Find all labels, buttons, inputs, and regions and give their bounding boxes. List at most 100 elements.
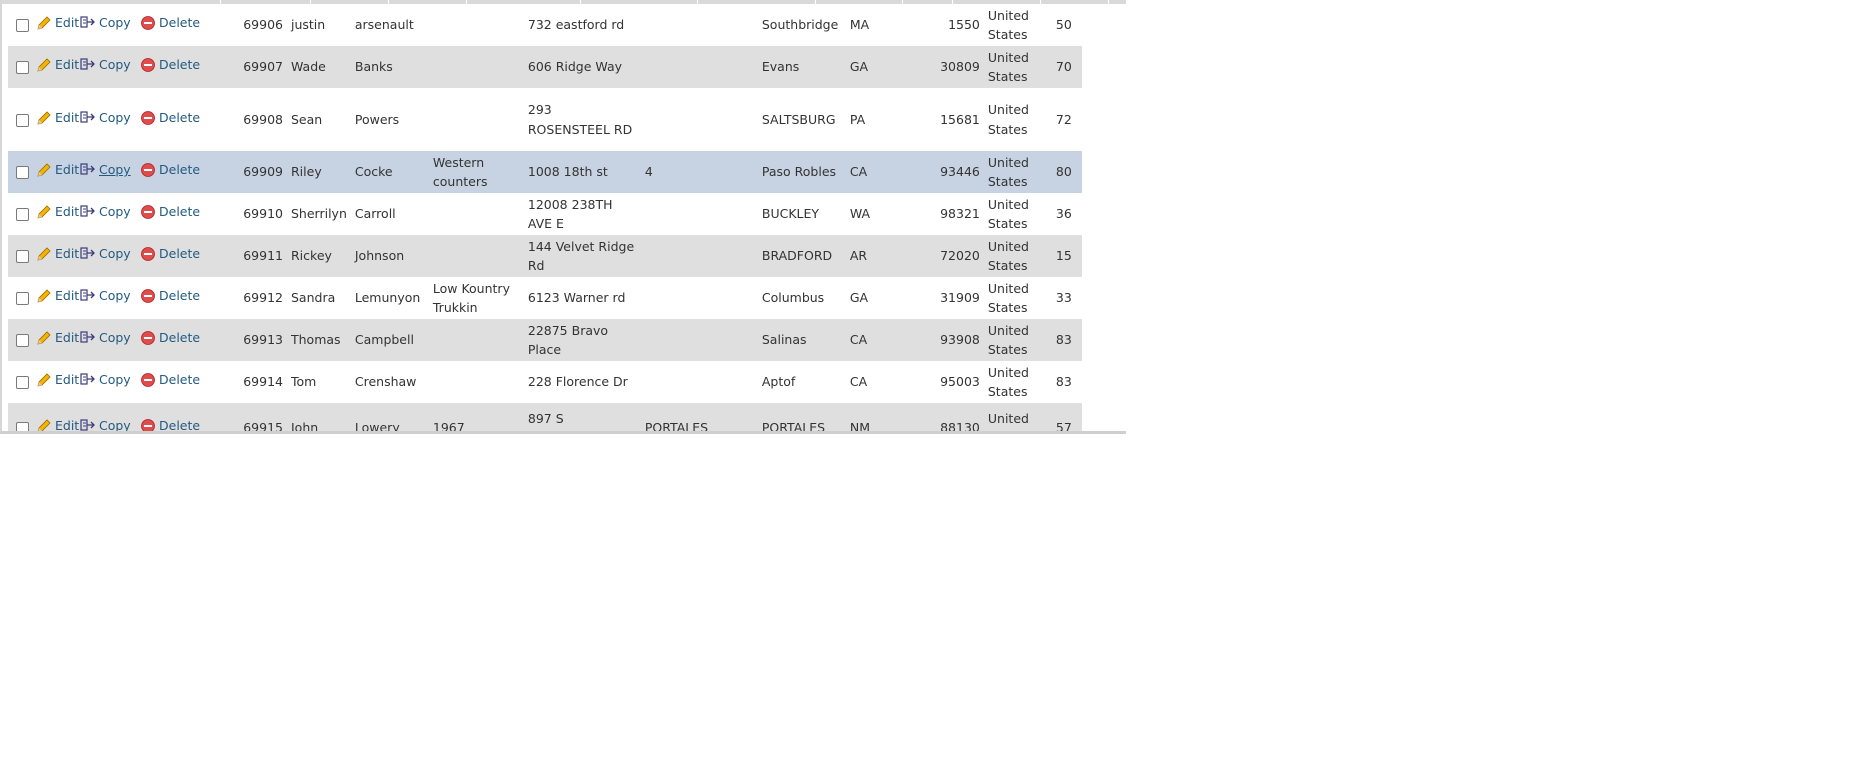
copy-label: Copy bbox=[99, 109, 131, 125]
copy-button[interactable]: Copy bbox=[80, 370, 131, 390]
country-cell: United States bbox=[983, 46, 1052, 88]
delete-button[interactable]: Delete bbox=[140, 202, 200, 222]
copy-label: Copy bbox=[99, 204, 131, 220]
delete-label: Delete bbox=[159, 330, 201, 346]
row-checkbox[interactable] bbox=[15, 113, 29, 127]
row-checkbox[interactable] bbox=[15, 19, 29, 33]
copy-button[interactable]: Copy bbox=[80, 202, 131, 222]
table-row: Edit Copy Delete 69908 Sean Powers 293 R… bbox=[8, 88, 1082, 151]
copy-button[interactable]: Copy bbox=[80, 13, 131, 33]
copy-cell: Copy bbox=[80, 319, 140, 361]
row-checkbox[interactable] bbox=[15, 250, 29, 264]
address2-cell: PORTALES bbox=[640, 403, 758, 434]
last-name-cell: Campbell bbox=[350, 319, 429, 361]
extra-cell: 57 bbox=[1051, 403, 1082, 434]
zip-cell: 30809 bbox=[895, 46, 984, 88]
edit-label: Edit bbox=[55, 162, 80, 178]
id-cell: 69907 bbox=[207, 46, 287, 88]
delete-button[interactable]: Delete bbox=[140, 160, 200, 180]
city-cell: Evans bbox=[757, 46, 846, 88]
country-cell: United States bbox=[983, 319, 1052, 361]
delete-button[interactable]: Delete bbox=[140, 244, 200, 264]
copy-cell: Copy bbox=[80, 4, 140, 46]
delete-label: Delete bbox=[159, 246, 201, 262]
delete-button[interactable]: Delete bbox=[140, 13, 200, 33]
edit-cell: Edit bbox=[36, 235, 80, 277]
edit-cell: Edit bbox=[36, 4, 80, 46]
edit-button[interactable]: Edit bbox=[36, 13, 79, 33]
copy-button[interactable]: Copy bbox=[80, 55, 131, 75]
first-name-cell: Thomas bbox=[287, 319, 351, 361]
results-table-viewport: Edit Copy Delete 69906 justin arsenault … bbox=[0, 0, 1126, 434]
first-name-cell: Rickey bbox=[287, 235, 351, 277]
delete-button[interactable]: Delete bbox=[140, 286, 200, 306]
edit-button[interactable]: Edit bbox=[36, 160, 79, 180]
first-name-cell: Riley bbox=[287, 151, 351, 193]
extra-cell: 36 bbox=[1051, 193, 1082, 235]
pencil-icon bbox=[37, 16, 51, 30]
delete-label: Delete bbox=[159, 109, 201, 125]
delete-button[interactable]: Delete bbox=[140, 370, 200, 390]
delete-button[interactable]: Delete bbox=[140, 55, 200, 75]
row-checkbox[interactable] bbox=[15, 376, 29, 390]
id-cell: 69913 bbox=[207, 319, 287, 361]
row-checkbox-cell bbox=[8, 151, 36, 193]
delete-icon bbox=[141, 331, 155, 346]
copy-button[interactable]: Copy bbox=[80, 244, 131, 264]
delete-icon bbox=[141, 373, 155, 388]
city-cell: BUCKLEY bbox=[757, 193, 846, 235]
city-cell: BRADFORD bbox=[757, 235, 846, 277]
pencil-icon bbox=[37, 373, 51, 387]
first-name-cell: Sandra bbox=[287, 277, 351, 319]
zip-cell: 93446 bbox=[895, 151, 984, 193]
row-checkbox[interactable] bbox=[15, 61, 29, 75]
id-cell: 69909 bbox=[207, 151, 287, 193]
edit-label: Edit bbox=[55, 246, 80, 262]
first-name-cell: Sherrilyn bbox=[287, 193, 351, 235]
state-cell: CA bbox=[845, 361, 896, 403]
first-name-cell: Sean bbox=[287, 88, 351, 151]
edit-button[interactable]: Edit bbox=[36, 202, 79, 222]
table-row: Edit Copy Delete 69910 Sherrilyn Carroll… bbox=[8, 193, 1082, 235]
table-body: Edit Copy Delete 69906 justin arsenault … bbox=[8, 4, 1082, 434]
first-name-cell: justin bbox=[287, 4, 351, 46]
zip-cell: 1550 bbox=[895, 4, 984, 46]
edit-label: Edit bbox=[55, 288, 80, 304]
company-cell bbox=[428, 235, 524, 277]
country-cell: United States bbox=[983, 235, 1052, 277]
pencil-icon bbox=[37, 247, 51, 261]
row-checkbox[interactable] bbox=[15, 208, 29, 222]
copy-button[interactable]: Copy bbox=[80, 160, 131, 180]
company-cell bbox=[428, 319, 524, 361]
address-cell: 606 Ridge Way bbox=[523, 46, 641, 88]
delete-button[interactable]: Delete bbox=[140, 108, 200, 128]
results-table: Edit Copy Delete 69906 justin arsenault … bbox=[8, 4, 1082, 434]
edit-button[interactable]: Edit bbox=[36, 244, 79, 264]
zip-cell: 93908 bbox=[895, 319, 984, 361]
country-cell: United States bbox=[983, 361, 1052, 403]
copy-label: Copy bbox=[99, 162, 131, 178]
delete-label: Delete bbox=[159, 15, 201, 31]
edit-button[interactable]: Edit bbox=[36, 108, 79, 128]
edit-cell: Edit bbox=[36, 319, 80, 361]
edit-button[interactable]: Edit bbox=[36, 286, 79, 306]
delete-cell: Delete bbox=[140, 361, 207, 403]
edit-button[interactable]: Edit bbox=[36, 370, 79, 390]
delete-button[interactable]: Delete bbox=[140, 328, 200, 348]
edit-button[interactable]: Edit bbox=[36, 55, 79, 75]
row-checkbox[interactable] bbox=[15, 166, 29, 180]
state-cell: PA bbox=[845, 88, 896, 151]
row-checkbox-cell bbox=[8, 46, 36, 88]
copy-button[interactable]: Copy bbox=[80, 286, 131, 306]
row-checkbox[interactable] bbox=[15, 334, 29, 348]
edit-button[interactable]: Edit bbox=[36, 328, 79, 348]
id-cell: 69912 bbox=[207, 277, 287, 319]
delete-icon bbox=[141, 16, 155, 31]
delete-cell: Delete bbox=[140, 4, 207, 46]
edit-cell: Edit bbox=[36, 193, 80, 235]
row-checkbox[interactable] bbox=[15, 292, 29, 306]
address2-cell bbox=[640, 4, 758, 46]
copy-icon bbox=[80, 373, 95, 385]
copy-button[interactable]: Copy bbox=[80, 108, 131, 128]
copy-button[interactable]: Copy bbox=[80, 328, 131, 348]
